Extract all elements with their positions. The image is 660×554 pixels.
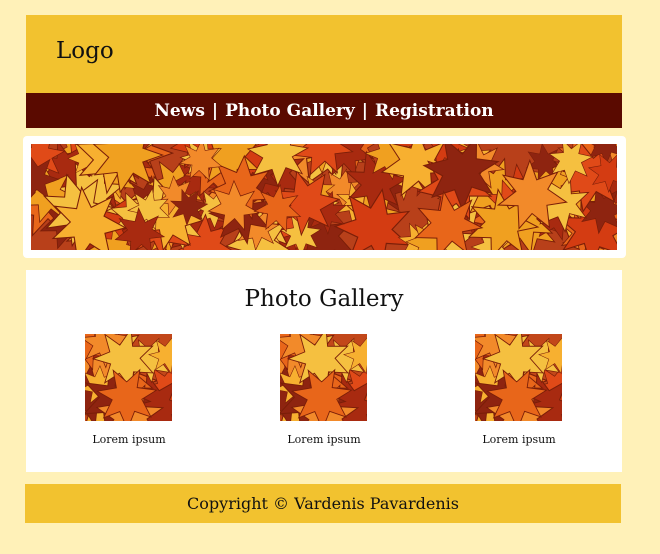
gallery-thumbnail[interactable] — [85, 334, 172, 421]
gallery-thumbnail[interactable] — [280, 334, 367, 421]
nav-separator: | — [361, 100, 368, 121]
nav-item-registration[interactable]: Registration — [375, 101, 494, 121]
footer: Copyright © Vardenis Pavardenis — [25, 484, 621, 523]
banner-image — [31, 144, 617, 250]
gallery-title: Photo Gallery — [244, 286, 404, 312]
main-nav: News | Photo Gallery | Registration — [26, 93, 622, 128]
gallery-section: Photo Gallery Lorem ipsum Lorem ipsum Lo… — [26, 270, 622, 472]
nav-item-photo-gallery[interactable]: Photo Gallery — [225, 101, 355, 121]
logo[interactable]: Logo — [56, 38, 114, 64]
copyright-text: Copyright © Vardenis Pavardenis — [187, 494, 459, 513]
nav-item-news[interactable]: News — [154, 101, 205, 121]
nav-separator: | — [211, 100, 219, 121]
gallery-caption: Lorem ipsum — [482, 433, 556, 446]
header: Logo — [26, 15, 622, 93]
gallery-caption: Lorem ipsum — [92, 433, 166, 446]
gallery-caption: Lorem ipsum — [287, 433, 361, 446]
gallery-thumbnail[interactable] — [475, 334, 562, 421]
banner-frame — [23, 136, 626, 258]
